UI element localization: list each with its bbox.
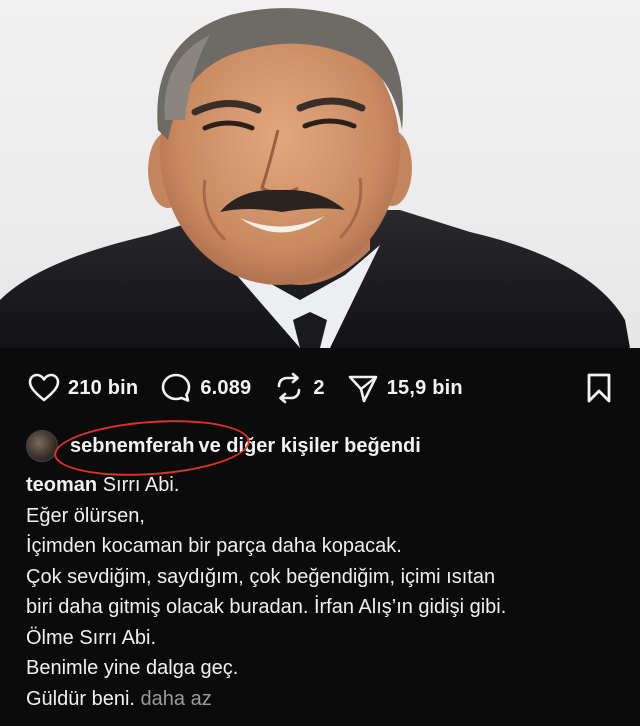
caption-line: Çok sevdiğim, saydığım, çok beğendiğim, …: [26, 565, 496, 588]
caption-first-line-text: Sırrı Abi.: [102, 474, 180, 496]
caption-line: biri daha gitmiş olacak buradan. İrfan A…: [26, 596, 507, 618]
show-less-link[interactable]: daha az: [141, 688, 212, 710]
repost-count: 2: [313, 376, 325, 399]
caption-line: Benimle yine dalga geç.: [26, 657, 239, 679]
caption-last-line-text: Güldür beni.: [26, 687, 135, 710]
liked-by-username[interactable]: sebnemferah: [52, 413, 252, 482]
send-icon: [348, 375, 378, 403]
liked-by-row: sebnemferah ve diğer kişiler beğendi: [26, 413, 421, 482]
share-button[interactable]: 15,9 bin: [347, 372, 463, 404]
bookmark-icon: [587, 373, 611, 403]
caption-first-line: teoman Sırrı Abi.: [26, 470, 620, 501]
caption-line: Ölme Sırrı Abi.: [26, 626, 157, 649]
liked-by-suffix[interactable]: ve diğer kişiler beğendi: [199, 435, 421, 458]
post-caption: teoman Sırrı Abi. Eğer ölürsen, İçimden …: [26, 470, 620, 714]
comment-button[interactable]: 6.089: [160, 372, 251, 404]
avatar[interactable]: [26, 430, 58, 462]
post-photo[interactable]: [0, 0, 640, 348]
caption-line: Eğer ölürsen,: [26, 504, 145, 527]
repost-icon: [278, 372, 301, 404]
comment-bubble-icon: [162, 373, 191, 402]
caption-last-line: Güldür beni. daha az: [26, 684, 620, 715]
action-bar: 210 bin 6.089 2 15,9 bin: [28, 370, 614, 406]
like-count: 210 bin: [68, 376, 139, 399]
comment-count: 6.089: [200, 376, 252, 399]
caption-author[interactable]: teoman: [26, 474, 97, 496]
portrait-photo: [0, 8, 630, 348]
liked-by-username-text: sebnemferah: [70, 434, 195, 457]
save-button[interactable]: [584, 372, 614, 409]
share-count: 15,9 bin: [386, 376, 463, 399]
repost-button[interactable]: 2: [273, 372, 325, 404]
post-panel: 210 bin 6.089 2 15,9 bin sebnemferah ve …: [0, 348, 640, 726]
like-button[interactable]: 210 bin: [28, 373, 138, 403]
caption-line: İçimden kocaman bir parça daha kopacak.: [26, 535, 402, 557]
heart-icon: [28, 373, 60, 402]
